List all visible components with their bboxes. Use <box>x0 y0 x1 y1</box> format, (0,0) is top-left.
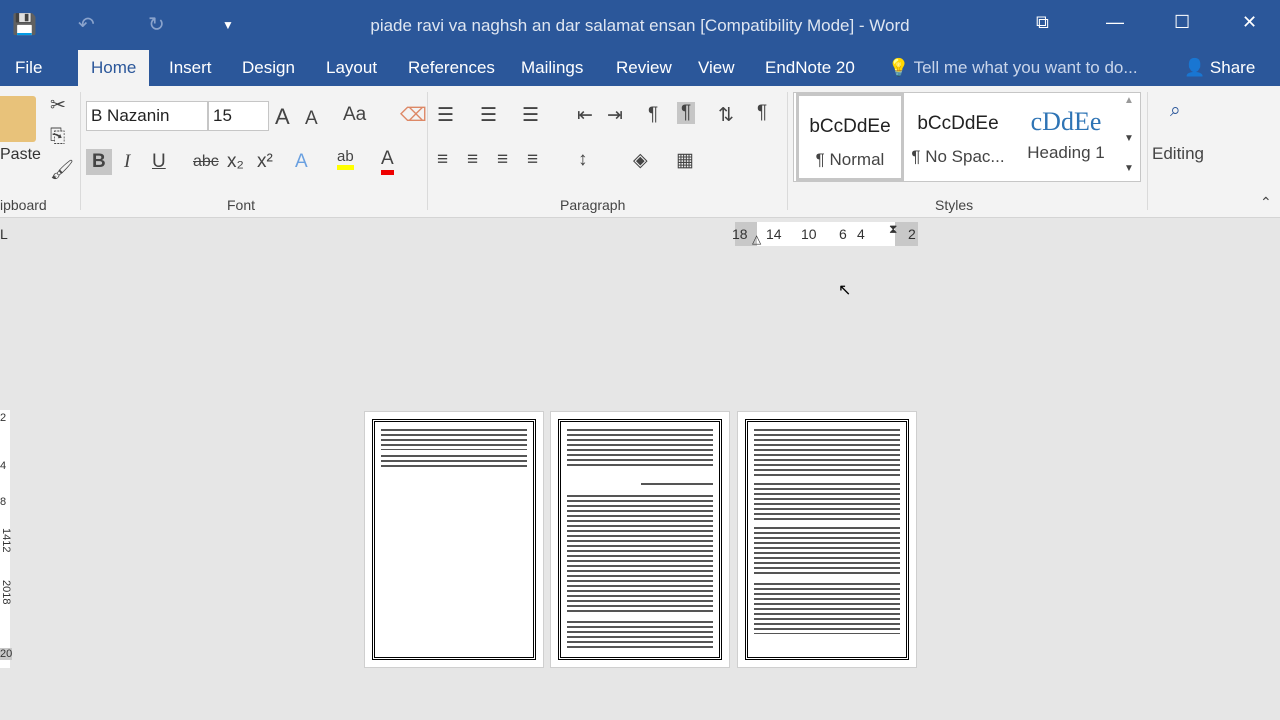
bold-button[interactable]: B <box>86 149 112 175</box>
minimize-button[interactable]: — <box>1106 12 1124 33</box>
ribbon: Paste ✂ ⎘ 🖌 ipboard B Nazanin 15 A A Aa … <box>0 86 1280 218</box>
tab-endnote[interactable]: EndNote 20 <box>765 58 855 78</box>
tab-references[interactable]: References <box>408 58 495 78</box>
person-icon: 👤 <box>1184 58 1206 77</box>
multilevel-list-icon[interactable]: ☰ <box>522 104 539 127</box>
ribbon-tabs: File Home Insert Design Layout Reference… <box>0 50 1280 86</box>
align-center-icon[interactable]: ≡ <box>467 149 478 171</box>
highlight-icon[interactable]: ab <box>337 148 354 170</box>
shading-icon[interactable]: ◈ <box>633 149 648 172</box>
close-button[interactable]: ✕ <box>1242 12 1257 33</box>
sort-icon[interactable]: ⇅ <box>718 104 734 127</box>
borders-icon[interactable]: ▦ <box>676 149 694 172</box>
style-no-spacing[interactable]: bCcDdEe ¶ No Spac... <box>904 93 1012 181</box>
justify-icon[interactable]: ≡ <box>527 149 538 171</box>
change-case-button[interactable]: Aa <box>343 104 366 126</box>
subscript-button[interactable]: x₂ <box>227 151 244 173</box>
increase-indent-icon[interactable]: ⇥ <box>607 104 623 127</box>
maximize-button[interactable]: ☐ <box>1174 12 1190 33</box>
italic-button[interactable]: I <box>124 151 130 173</box>
lightbulb-icon: 💡 <box>888 58 910 77</box>
gallery-down-icon[interactable]: ▼ <box>1124 133 1134 144</box>
paste-button[interactable]: Paste <box>0 146 41 164</box>
paragraph-group-label: Paragraph <box>560 197 626 213</box>
clear-formatting-icon[interactable]: ⌫ <box>400 104 427 127</box>
tab-review[interactable]: Review <box>616 58 672 78</box>
page-2[interactable] <box>550 411 730 668</box>
line-spacing-icon[interactable]: ↕ <box>578 149 588 171</box>
numbering-icon[interactable]: ☰ <box>480 104 497 127</box>
font-color-icon[interactable]: A <box>381 148 394 175</box>
tab-layout[interactable]: Layout <box>326 58 377 78</box>
strikethrough-button[interactable]: abc <box>193 153 219 171</box>
superscript-button[interactable]: x² <box>257 151 273 173</box>
font-group-label: Font <box>227 197 256 213</box>
decrease-indent-icon[interactable]: ⇤ <box>577 104 593 127</box>
cut-icon[interactable]: ✂ <box>50 94 66 117</box>
share-button[interactable]: 👤 Share <box>1184 58 1255 78</box>
tab-home[interactable]: Home <box>78 50 150 86</box>
shrink-font-icon[interactable]: A <box>305 108 318 130</box>
find-icon[interactable]: ⌕ <box>1170 100 1181 122</box>
styles-group-label: Styles <box>935 197 974 213</box>
ribbon-display-icon[interactable]: ⧉ <box>1036 12 1049 33</box>
tab-file[interactable]: File <box>15 58 42 78</box>
mouse-cursor: ↖ <box>838 282 852 299</box>
vertical-ruler[interactable]: 2 4 8 1412 2018 20 <box>0 410 13 668</box>
editing-button[interactable]: Editing <box>1152 144 1204 164</box>
bullets-icon[interactable]: ☰ <box>437 104 454 127</box>
show-marks-icon[interactable]: ¶ <box>757 102 767 124</box>
page-1[interactable] <box>737 411 917 668</box>
tab-view[interactable]: View <box>698 58 735 78</box>
grow-font-icon[interactable]: A <box>275 104 290 130</box>
paste-icon[interactable] <box>0 96 36 142</box>
underline-button[interactable]: U <box>152 151 166 173</box>
window-title: piade ravi va naghsh an dar salamat ensa… <box>370 16 910 35</box>
ltr-icon[interactable]: ¶ <box>648 104 658 126</box>
horizontal-ruler[interactable]: 18 14 10 6 4 2 △ ⧗ <box>732 222 918 246</box>
tell-me-search[interactable]: 💡 Tell me what you want to do... <box>888 58 1138 78</box>
font-name-box[interactable]: B Nazanin <box>86 101 208 131</box>
clipboard-group-label: ipboard <box>0 197 47 213</box>
gallery-up-icon[interactable]: ▲ <box>1124 95 1134 106</box>
style-normal[interactable]: bCcDdEe ¶ Normal <box>796 93 904 181</box>
gallery-more-icon[interactable]: ▼ <box>1124 163 1134 174</box>
left-indent-marker[interactable]: △ <box>752 232 761 246</box>
text-effects-icon[interactable]: A <box>295 151 308 173</box>
align-left-icon[interactable]: ≡ <box>437 149 448 171</box>
font-size-box[interactable]: 15 <box>208 101 269 131</box>
tab-insert[interactable]: Insert <box>169 58 212 78</box>
tab-design[interactable]: Design <box>242 58 295 78</box>
right-indent-marker[interactable]: ⧗ <box>889 222 897 237</box>
title-bar: 💾 ↶ ↻ ▼ piade ravi va naghsh an dar sala… <box>0 0 1280 50</box>
align-right-icon[interactable]: ≡ <box>497 149 508 171</box>
styles-gallery: bCcDdEe ¶ Normal bCcDdEe ¶ No Spac... cDdE… <box>793 92 1141 182</box>
page-3[interactable] <box>364 411 544 668</box>
style-heading-1[interactable]: cDdEe Heading 1 <box>1012 93 1120 181</box>
format-painter-icon[interactable]: 🖌 <box>50 158 74 182</box>
copy-icon[interactable]: ⎘ <box>50 126 65 148</box>
tab-stop-selector[interactable]: L <box>0 226 8 242</box>
rtl-icon[interactable]: ¶ <box>677 102 696 124</box>
collapse-ribbon-icon[interactable]: ⌃ <box>1260 194 1272 211</box>
tab-mailings[interactable]: Mailings <box>521 58 583 78</box>
